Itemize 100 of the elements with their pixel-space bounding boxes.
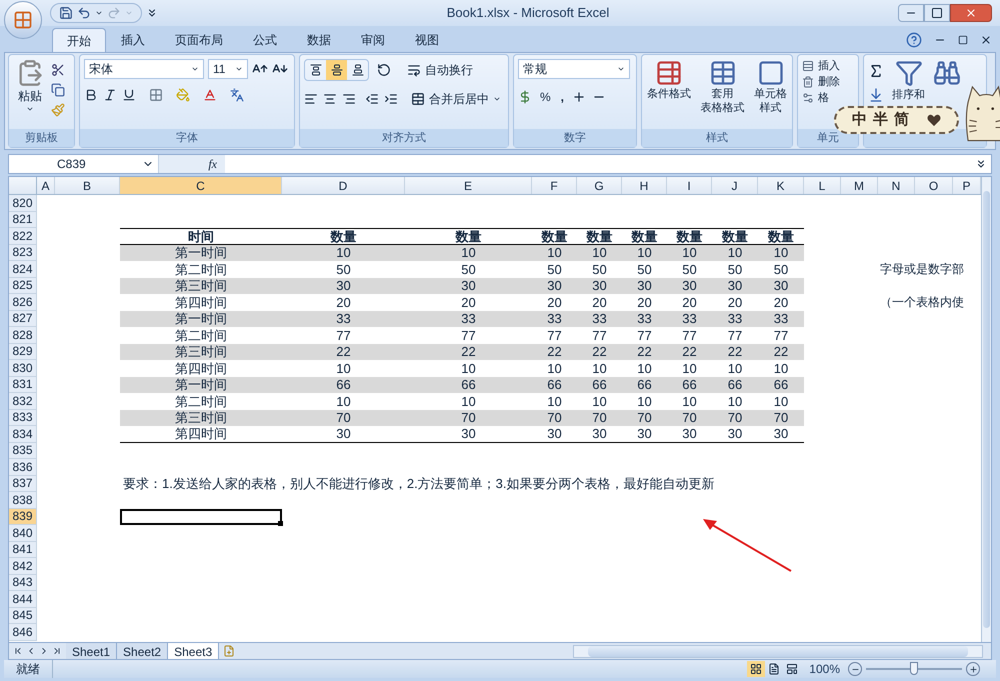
- insert-sheet-icon[interactable]: [223, 645, 236, 657]
- close-button[interactable]: [950, 4, 992, 22]
- zoom-slider-thumb[interactable]: [910, 662, 918, 675]
- increase-decimal-icon[interactable]: [572, 90, 586, 104]
- column-header[interactable]: A: [37, 177, 55, 194]
- style-button[interactable]: 套用 表格格式: [700, 59, 746, 115]
- number-format-dropdown[interactable]: 常规: [518, 59, 630, 79]
- ribbon-tab[interactable]: 插入: [106, 28, 160, 52]
- row-header[interactable]: 845: [9, 608, 37, 624]
- row-header[interactable]: 830: [9, 360, 37, 376]
- row-header[interactable]: 842: [9, 558, 37, 574]
- zoom-in-button[interactable]: [966, 662, 980, 676]
- cells-button[interactable]: 格: [802, 91, 829, 105]
- column-header[interactable]: E: [405, 177, 532, 194]
- close-icon[interactable]: [980, 34, 992, 46]
- ribbon-tab[interactable]: 视图: [400, 28, 454, 52]
- row-header[interactable]: 831: [9, 376, 37, 393]
- paste-button[interactable]: 粘贴: [13, 59, 47, 117]
- zoom-out-button[interactable]: [848, 662, 862, 676]
- percent-button[interactable]: %: [538, 88, 553, 106]
- comma-button[interactable]: ,: [558, 88, 566, 106]
- sheet-tab[interactable]: Sheet3: [168, 643, 220, 659]
- help-icon[interactable]: [906, 32, 922, 48]
- row-header[interactable]: 822: [9, 228, 37, 244]
- borders-icon[interactable]: [149, 88, 163, 102]
- row-header[interactable]: 826: [9, 294, 37, 310]
- ribbon-tab[interactable]: 审阅: [346, 28, 400, 52]
- column-header[interactable]: N: [878, 177, 915, 194]
- column-header[interactable]: C: [120, 177, 282, 194]
- font-size-dropdown[interactable]: 11: [208, 59, 248, 79]
- row-header[interactable]: 825: [9, 278, 37, 294]
- column-header[interactable]: O: [915, 177, 953, 194]
- bold-icon[interactable]: [84, 88, 98, 102]
- wrap-text-button[interactable]: 自动换行: [407, 61, 473, 79]
- column-header[interactable]: K: [758, 177, 804, 194]
- underline-icon[interactable]: [122, 88, 136, 102]
- row-header[interactable]: 823: [9, 244, 37, 261]
- ime-toolbar[interactable]: 中半简: [834, 106, 959, 134]
- first-sheet-icon[interactable]: [13, 646, 23, 656]
- customize-toolbar-icon[interactable]: [146, 7, 158, 19]
- decrease-indent-icon[interactable]: [365, 92, 379, 106]
- row-header[interactable]: 829: [9, 344, 37, 360]
- row-header[interactable]: 837: [9, 476, 37, 492]
- fill-icon[interactable]: [868, 87, 884, 103]
- office-button[interactable]: [4, 1, 42, 39]
- row-header[interactable]: 824: [9, 261, 37, 278]
- font-name-dropdown[interactable]: 宋体: [84, 59, 204, 79]
- active-cell[interactable]: [120, 508, 282, 525]
- row-header[interactable]: 827: [9, 310, 37, 327]
- row-header[interactable]: 839: [9, 508, 37, 525]
- row-header[interactable]: 841: [9, 542, 37, 558]
- row-header[interactable]: 846: [9, 624, 37, 640]
- caret-icon[interactable]: [95, 9, 103, 17]
- currency-icon[interactable]: [518, 90, 532, 104]
- column-header[interactable]: L: [804, 177, 841, 194]
- italic-icon[interactable]: [103, 88, 117, 102]
- cells-button[interactable]: 删除: [802, 75, 840, 89]
- save-icon[interactable]: [59, 6, 73, 20]
- cells-button[interactable]: 插入: [802, 59, 840, 73]
- find-icon[interactable]: [933, 59, 961, 87]
- vertical-scrollbar[interactable]: [981, 177, 991, 642]
- column-header[interactable]: G: [577, 177, 622, 194]
- column-header[interactable]: M: [841, 177, 878, 194]
- ribbon-tab[interactable]: 公式: [238, 28, 292, 52]
- row-header[interactable]: 828: [9, 327, 37, 344]
- row-header[interactable]: 835: [9, 442, 37, 459]
- column-header[interactable]: J: [712, 177, 758, 194]
- orientation-icon[interactable]: [377, 63, 391, 77]
- phonetic-icon[interactable]: [230, 88, 244, 102]
- ribbon-tab[interactable]: 数据: [292, 28, 346, 52]
- row-header[interactable]: 844: [9, 591, 37, 608]
- style-button[interactable]: 条件格式: [646, 59, 692, 115]
- merge-center-button[interactable]: 合并后居中: [411, 90, 501, 108]
- ribbon-tab[interactable]: 页面布局: [160, 28, 238, 52]
- row-header[interactable]: 832: [9, 393, 37, 410]
- row-header[interactable]: 838: [9, 492, 37, 508]
- style-button[interactable]: 单元格 样式: [753, 59, 788, 115]
- sheet-tab[interactable]: Sheet2: [117, 643, 168, 659]
- row-header[interactable]: 836: [9, 459, 37, 476]
- row-header[interactable]: 840: [9, 525, 37, 542]
- row-header[interactable]: 833: [9, 410, 37, 426]
- row-header[interactable]: 843: [9, 574, 37, 591]
- align-right-icon[interactable]: [342, 92, 356, 106]
- column-header[interactable]: H: [622, 177, 667, 194]
- cut-icon[interactable]: [51, 63, 65, 77]
- font-color-icon[interactable]: [203, 88, 217, 102]
- vertical-align-button[interactable]: [326, 60, 347, 80]
- copy-icon[interactable]: [51, 83, 65, 97]
- fill-color-icon[interactable]: [176, 88, 190, 102]
- undo-icon[interactable]: [77, 6, 91, 20]
- sort-filter-button[interactable]: 排序和: [892, 59, 925, 104]
- align-left-icon[interactable]: [304, 92, 318, 106]
- column-header[interactable]: F: [532, 177, 577, 194]
- horizontal-scrollbar[interactable]: [573, 644, 983, 658]
- maximize-button[interactable]: [924, 4, 950, 22]
- restore-icon[interactable]: [958, 35, 968, 45]
- column-header[interactable]: D: [282, 177, 405, 194]
- row-header[interactable]: 820: [9, 195, 37, 212]
- row-header[interactable]: 821: [9, 212, 37, 228]
- sheet-tab[interactable]: Sheet1: [66, 643, 118, 659]
